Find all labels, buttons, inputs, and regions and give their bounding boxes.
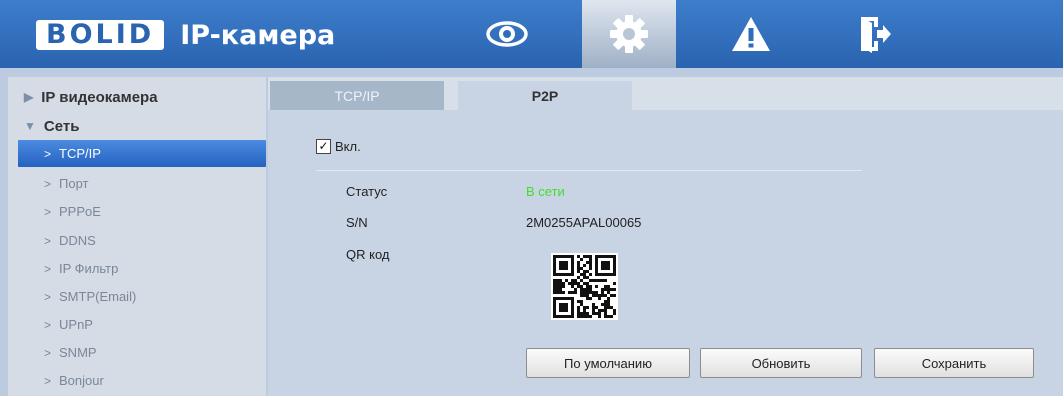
qr-code-svg [537,247,641,327]
logo: BOLID IP-камера [36,18,335,52]
sidebar-item-upnp[interactable]: > UPnP [18,311,266,338]
chevron-right-icon: > [44,233,52,248]
sidebar-item-label: TCP/IP [59,146,101,161]
sidebar-item-label: UPnP [59,317,93,332]
divider [316,170,862,171]
sidebar-item-label: PPPoE [59,204,101,219]
sidebar-item-port[interactable]: > Порт [18,170,266,197]
qr-code-label: QR код [346,247,390,262]
sidebar-item-label: DDNS [59,233,96,248]
sidebar-item-label: IP Фильтр [59,261,119,276]
warning-icon [732,17,770,51]
chevron-right-icon: > [44,317,52,332]
serial-number-value: 2M0255APAL00065 [526,215,642,230]
sidebar-item-snmp[interactable]: > SNMP [18,339,266,366]
nav-live-button[interactable] [460,0,554,68]
chevron-right-icon: > [44,204,52,219]
save-button[interactable]: Сохранить [874,348,1034,378]
eye-icon [486,21,528,47]
sidebar-item-pppoe[interactable]: > PPPoE [18,198,266,225]
nav-setup-button[interactable] [582,0,676,68]
nav-logout-button[interactable] [828,0,922,68]
main-panel: TCP/IP P2P ✓ Вкл. Статус В сети S/N 2M02… [268,77,1063,396]
tab-p2p[interactable]: P2P [458,81,632,110]
nav-alarm-button[interactable] [704,0,798,68]
sidebar: ▶ IP видеокамера ▼ Сеть > TCP/IP > Порт … [8,77,266,396]
sidebar-item-label: SNMP [59,345,97,360]
qr-code-image [537,247,641,327]
sidebar-group-label: Сеть [43,117,80,135]
chevron-right-icon: > [44,373,52,388]
tab-bar: TCP/IP P2P [268,77,1063,110]
expanded-arrow-icon: ▼ [24,119,36,133]
sidebar-item-smtp[interactable]: > SMTP(Email) [18,283,266,310]
sidebar-item-ddns[interactable]: > DDNS [18,227,266,254]
tab-tcpip[interactable]: TCP/IP [270,81,444,110]
enable-label: Вкл. [335,139,361,154]
sidebar-item-tcpip[interactable]: > TCP/IP [18,140,266,167]
chevron-right-icon: > [44,289,52,304]
brand-logo: BOLID [36,20,165,50]
sidebar-item-ip-filter[interactable]: > IP Фильтр [18,255,266,282]
logout-icon [861,17,891,53]
sidebar-group-ip-camera[interactable]: ▶ IP видеокамера [8,85,158,109]
status-label: Статус [346,184,388,199]
sidebar-item-label: Bonjour [59,373,104,388]
gear-icon [610,15,648,53]
enable-row: ✓ Вкл. [316,139,361,154]
app-title: IP-камера [180,19,336,51]
enable-checkbox[interactable]: ✓ [316,139,331,154]
sidebar-group-label: IP видеокамера [41,88,158,106]
sidebar-item-label: SMTP(Email) [59,289,137,304]
sidebar-item-bonjour[interactable]: > Bonjour [18,367,266,394]
chevron-right-icon: > [44,146,52,161]
header-bar: BOLID IP-камера [0,0,1063,68]
chevron-right-icon: > [44,176,52,191]
default-button[interactable]: По умолчанию [526,348,690,378]
serial-number-label: S/N [346,215,368,230]
collapsed-arrow-icon: ▶ [24,90,34,104]
status-value: В сети [526,184,565,199]
chevron-right-icon: > [44,261,52,276]
refresh-button[interactable]: Обновить [700,348,862,378]
sidebar-group-network[interactable]: ▼ Сеть [8,114,79,138]
chevron-right-icon: > [44,345,52,360]
sidebar-item-label: Порт [59,176,89,191]
